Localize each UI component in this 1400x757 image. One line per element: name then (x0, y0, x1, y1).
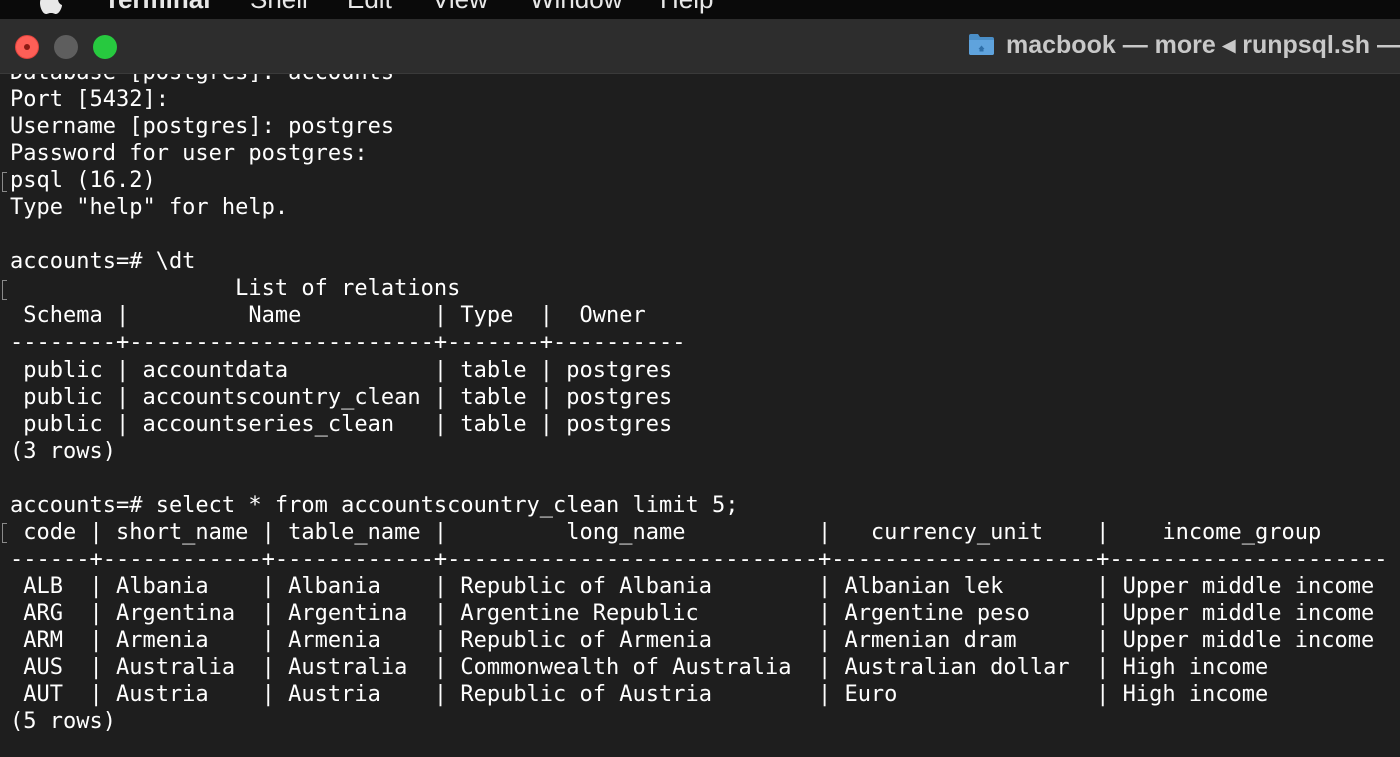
terminal-line: public | accountseries_clean | table | p… (10, 411, 673, 437)
window-title-group: macbook — more ◂ runpsql.sh — (960, 19, 1400, 73)
terminal-line: Username [postgres]: postgres (10, 114, 395, 140)
menu-edit[interactable]: Edit (347, 0, 392, 14)
menu-window[interactable]: Window (530, 0, 622, 14)
terminal-line: (5 rows) (10, 709, 116, 735)
terminal-line: code | short_name | table_name | long_na… (10, 519, 1322, 545)
terminal-line: Type "help" for help. (10, 195, 289, 221)
menu-view[interactable]: View (432, 0, 488, 14)
terminal-output: Database [postgres]: accountsPort [5432]… (10, 74, 1388, 735)
prompt-mark-icon (2, 172, 7, 192)
terminal-line: ARM | Armenia | Armenia | Republic of Ar… (10, 627, 1375, 653)
apple-icon[interactable] (36, 0, 66, 16)
close-button[interactable] (15, 35, 39, 59)
terminal-view[interactable]: Database [postgres]: accountsPort [5432]… (0, 74, 1400, 757)
folder-icon (969, 34, 994, 55)
terminal-line: --------+-----------------------+-------… (10, 330, 686, 356)
terminal-line: ALB | Albania | Albania | Republic of Al… (10, 573, 1375, 599)
prompt-mark-icon (2, 280, 7, 300)
title-bar[interactable]: macbook — more ◂ runpsql.sh — (0, 19, 1400, 74)
menu-bar: Terminal Shell Edit View Window Help (0, 0, 1400, 19)
terminal-line: public | accountdata | table | postgres (10, 357, 673, 383)
terminal-line: psql (16.2) (10, 168, 156, 194)
menu-shell[interactable]: Shell (250, 0, 308, 14)
terminal-line: List of relations (10, 276, 461, 302)
terminal-line: AUS | Australia | Australia | Commonweal… (10, 655, 1269, 681)
menu-app-name[interactable]: Terminal (104, 0, 210, 14)
terminal-line: Port [5432]: (10, 87, 169, 113)
minimize-button[interactable] (54, 35, 78, 59)
terminal-line: accounts=# \dt (10, 249, 196, 275)
terminal-line: Schema | Name | Type | Owner (10, 303, 646, 329)
terminal-line: ARG | Argentina | Argentina | Argentine … (10, 600, 1375, 626)
terminal-line: accounts=# select * from accountscountry… (10, 492, 739, 518)
zoom-button[interactable] (93, 35, 117, 59)
prompt-mark-icon (2, 523, 7, 543)
terminal-line: AUT | Austria | Austria | Republic of Au… (10, 682, 1269, 708)
terminal-line: ------+------------+------------+-------… (10, 546, 1388, 572)
window-title: macbook — more ◂ runpsql.sh — (1006, 31, 1400, 59)
terminal-line: Database [postgres]: accounts (10, 74, 1388, 86)
terminal-line: (3 rows) (10, 438, 116, 464)
menu-help[interactable]: Help (660, 0, 713, 14)
terminal-line: Password for user postgres: (10, 141, 368, 167)
terminal-line: public | accountscountry_clean | table |… (10, 384, 673, 410)
